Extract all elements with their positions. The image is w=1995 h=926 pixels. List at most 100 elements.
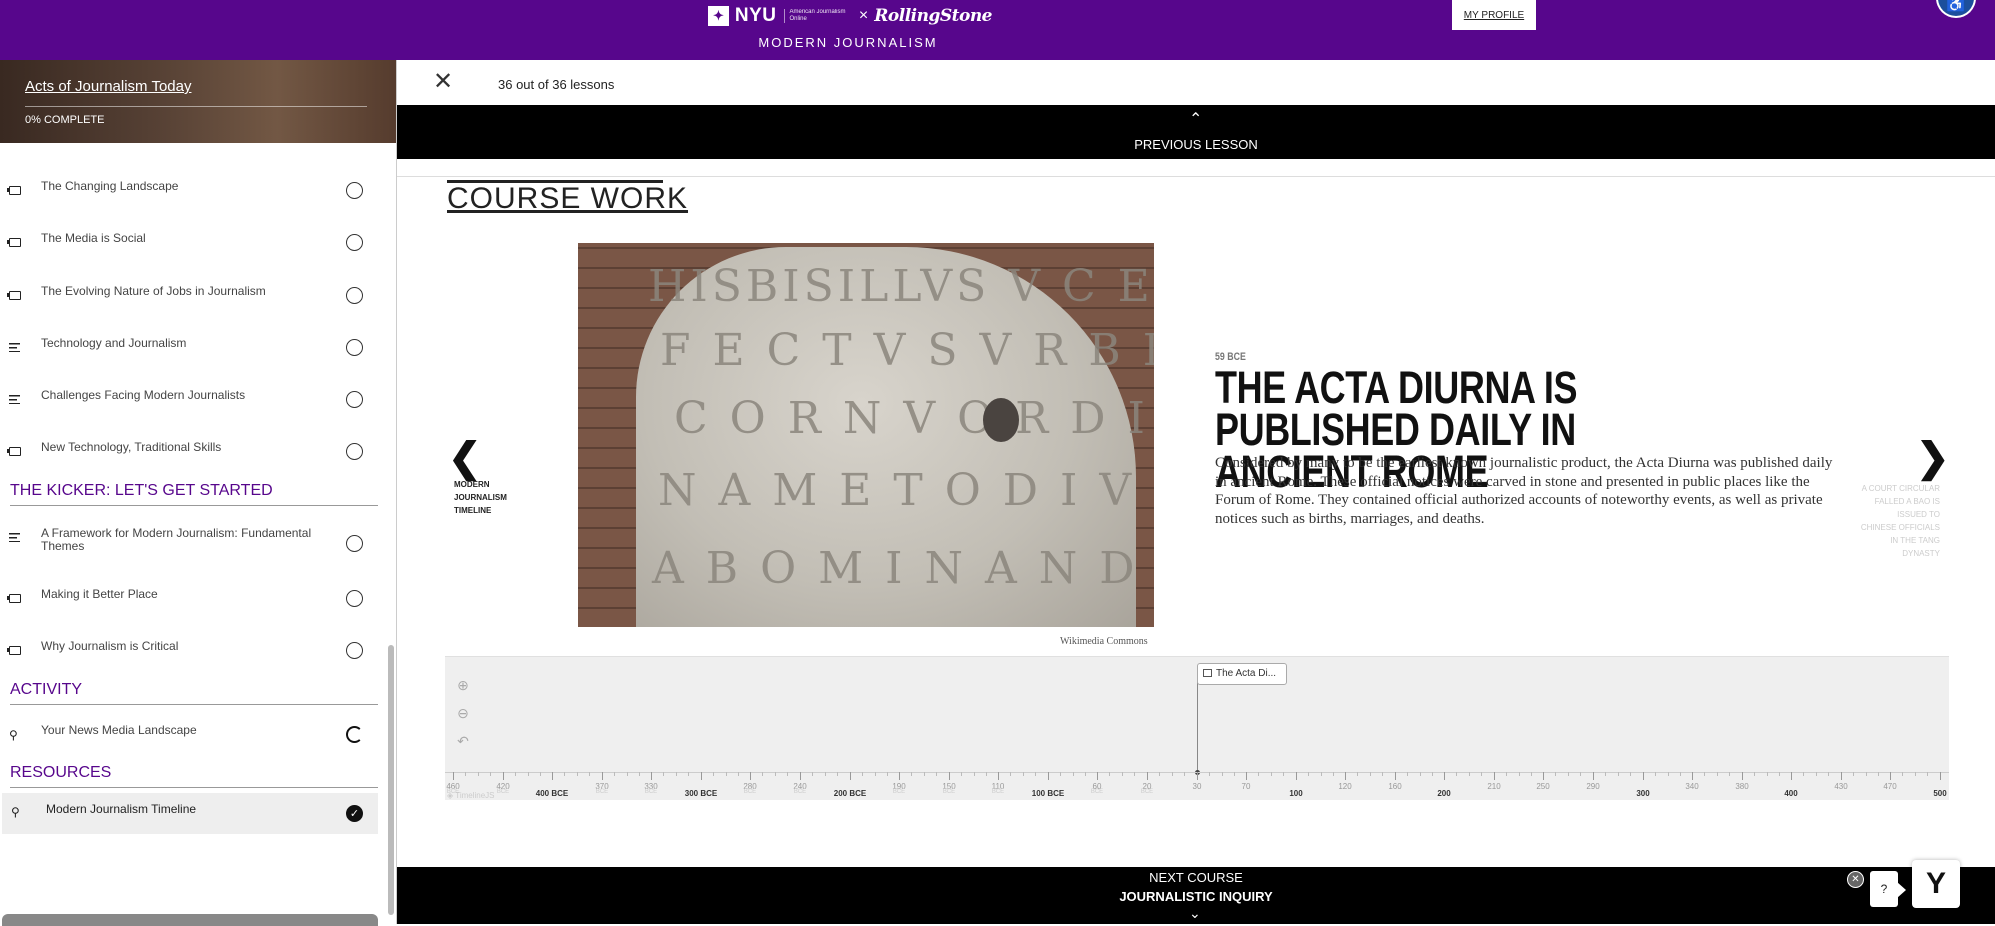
text-icon: [9, 393, 23, 407]
axis-tick-label: 380: [1735, 782, 1749, 791]
axis-tick: [1692, 772, 1693, 780]
chevron-right-icon: ❯: [1916, 436, 1950, 480]
lesson-item[interactable]: A Framework for Modern Journalism: Funda…: [0, 521, 380, 561]
lesson-item[interactable]: Challenges Facing Modern Journalists: [0, 383, 380, 423]
lesson-item[interactable]: Technology and Journalism: [0, 331, 380, 371]
axis-minor-tick: [1519, 772, 1520, 776]
axis-minor-tick: [1085, 772, 1086, 776]
axis-tick: [1444, 772, 1445, 780]
slide-image-acta-diurna: HISBISILLVS V C E TINIR F E C T V S V R …: [578, 243, 1154, 627]
lesson-item[interactable]: The Media is Social: [0, 226, 380, 266]
video-icon: [7, 592, 23, 606]
axis-tick-era: BCE: [1090, 789, 1104, 795]
axis-minor-tick: [862, 772, 863, 776]
axis-minor-tick: [1222, 772, 1223, 776]
axis-minor-tick: [1704, 772, 1705, 776]
program-name: MODERN JOURNALISM: [758, 35, 938, 50]
accessibility-icon[interactable]: ♿: [1936, 0, 1976, 18]
my-profile-link[interactable]: MY PROFILE: [1452, 0, 1536, 30]
timeline-marker-acta-diurna[interactable]: The Acta Di...: [1197, 663, 1287, 685]
close-icon[interactable]: ✕: [433, 70, 453, 94]
timeline-prev-button[interactable]: ❮ MODERN JOURNALISM TIMELINE: [448, 438, 508, 517]
lesson-label: A Framework for Modern Journalism: Funda…: [41, 526, 312, 553]
axis-minor-tick: [614, 772, 615, 776]
chevron-up-icon: ⌃: [1189, 111, 1203, 128]
lesson-status-circle: [346, 391, 363, 408]
inscription-line: N A M E T O D I V M Q V A E: [658, 465, 1154, 516]
help-button[interactable]: ?: [1870, 871, 1898, 907]
axis-minor-tick: [1580, 772, 1581, 776]
axis-minor-tick: [1668, 772, 1669, 776]
axis-tick-label: 500: [1933, 789, 1947, 798]
axis-tick-era: BCE: [942, 789, 956, 795]
axis-minor-tick: [1456, 772, 1457, 776]
axis-minor-tick: [1010, 772, 1011, 776]
lesson-label: New Technology, Traditional Skills: [41, 440, 222, 454]
text-icon: [9, 341, 23, 355]
course-progress: 0% COMPLETE: [25, 114, 105, 126]
inscription-line: A B O M I N A N D I S: [652, 543, 1154, 594]
next-course-button[interactable]: NEXT COURSE JOURNALISTIC INQUIRY ⌄: [397, 867, 1995, 924]
previous-lesson-button[interactable]: ⌃ PREVIOUS LESSON: [397, 105, 1995, 159]
axis-tick: [1395, 772, 1396, 780]
lesson-item[interactable]: New Technology, Traditional Skills: [0, 435, 380, 475]
axis-minor-tick: [1568, 772, 1569, 776]
axis-minor-tick: [1432, 772, 1433, 776]
lesson-label: Why Journalism is Critical: [41, 639, 179, 653]
axis-tick: [503, 772, 504, 780]
axis-minor-tick: [1184, 772, 1185, 776]
axis-minor-tick: [1767, 772, 1768, 776]
lesson-item[interactable]: Why Journalism is Critical: [0, 634, 380, 674]
axis-minor-tick: [1469, 772, 1470, 776]
axis-minor-tick: [1902, 772, 1903, 776]
axis-minor-tick: [837, 772, 838, 776]
axis-minor-tick: [762, 772, 763, 776]
zoom-in-icon[interactable]: ⊕: [455, 677, 471, 693]
lesson-status-circle: [346, 182, 363, 199]
lesson-status-circle: [346, 590, 363, 607]
slide-body-text: Considered by many to be the earliest kn…: [1215, 455, 1833, 527]
axis-minor-tick: [564, 772, 565, 776]
axis-minor-tick: [1258, 772, 1259, 776]
back-to-start-icon[interactable]: ↶: [455, 733, 471, 749]
lesson-label: The Changing Landscape: [41, 179, 179, 193]
lesson-status-spinner: [346, 726, 363, 743]
yellowdig-launcher[interactable]: Y: [1912, 860, 1960, 908]
stone-hole: [983, 398, 1019, 442]
timeline-navigator[interactable]: ⊕ ⊖ ↶ The Acta Di... 460 BCE 420 BCE 400 BCE…: [445, 656, 1949, 800]
axis-minor-tick: [936, 772, 937, 776]
divider: [396, 60, 397, 924]
axis-tick-era: BCE: [743, 789, 757, 795]
axis-tick: [1841, 772, 1842, 780]
lesson-label: Technology and Journalism: [41, 336, 187, 350]
program-logo[interactable]: ✦ NYU American Journalism Online × Rolli…: [708, 4, 992, 50]
lesson-item[interactable]: The Changing Landscape: [0, 174, 380, 214]
axis-minor-tick: [490, 772, 491, 776]
text-icon: [9, 531, 23, 545]
axis-minor-tick: [775, 772, 776, 776]
axis-minor-tick: [713, 772, 714, 776]
video-icon: [7, 184, 23, 198]
axis-minor-tick: [1878, 772, 1879, 776]
course-title-link[interactable]: Acts of Journalism Today: [25, 78, 191, 95]
sidebar-scrollbar[interactable]: [388, 645, 394, 915]
resource-item-active[interactable]: ⚲ Modern Journalism Timeline ✓: [2, 793, 378, 834]
section-heading-activity: ACTIVITY: [10, 681, 378, 705]
axis-tick: [1742, 772, 1743, 780]
lesson-status-circle: [346, 287, 363, 304]
lesson-item[interactable]: The Evolving Nature of Jobs in Journalis…: [0, 279, 380, 319]
close-icon[interactable]: ✕: [1847, 871, 1864, 888]
zoom-out-icon[interactable]: ⊖: [455, 705, 471, 721]
activity-item[interactable]: ⚲ Your News Media Landscape: [0, 718, 380, 758]
axis-minor-tick: [676, 772, 677, 776]
axis-tick: [1890, 772, 1891, 780]
axis-tick: [1593, 772, 1594, 780]
lesson-label: The Media is Social: [41, 231, 146, 245]
timelinejs-credit[interactable]: ◈ TimelineJS: [447, 791, 495, 800]
axis-minor-tick: [1803, 772, 1804, 776]
prev-slide-label: MODERN JOURNALISM TIMELINE: [454, 480, 507, 515]
axis-minor-tick: [1023, 772, 1024, 776]
nyu-torch-icon: ✦: [708, 6, 729, 26]
sidebar-bottom-bar: [2, 914, 378, 926]
lesson-item[interactable]: Making it Better Place: [0, 582, 380, 622]
